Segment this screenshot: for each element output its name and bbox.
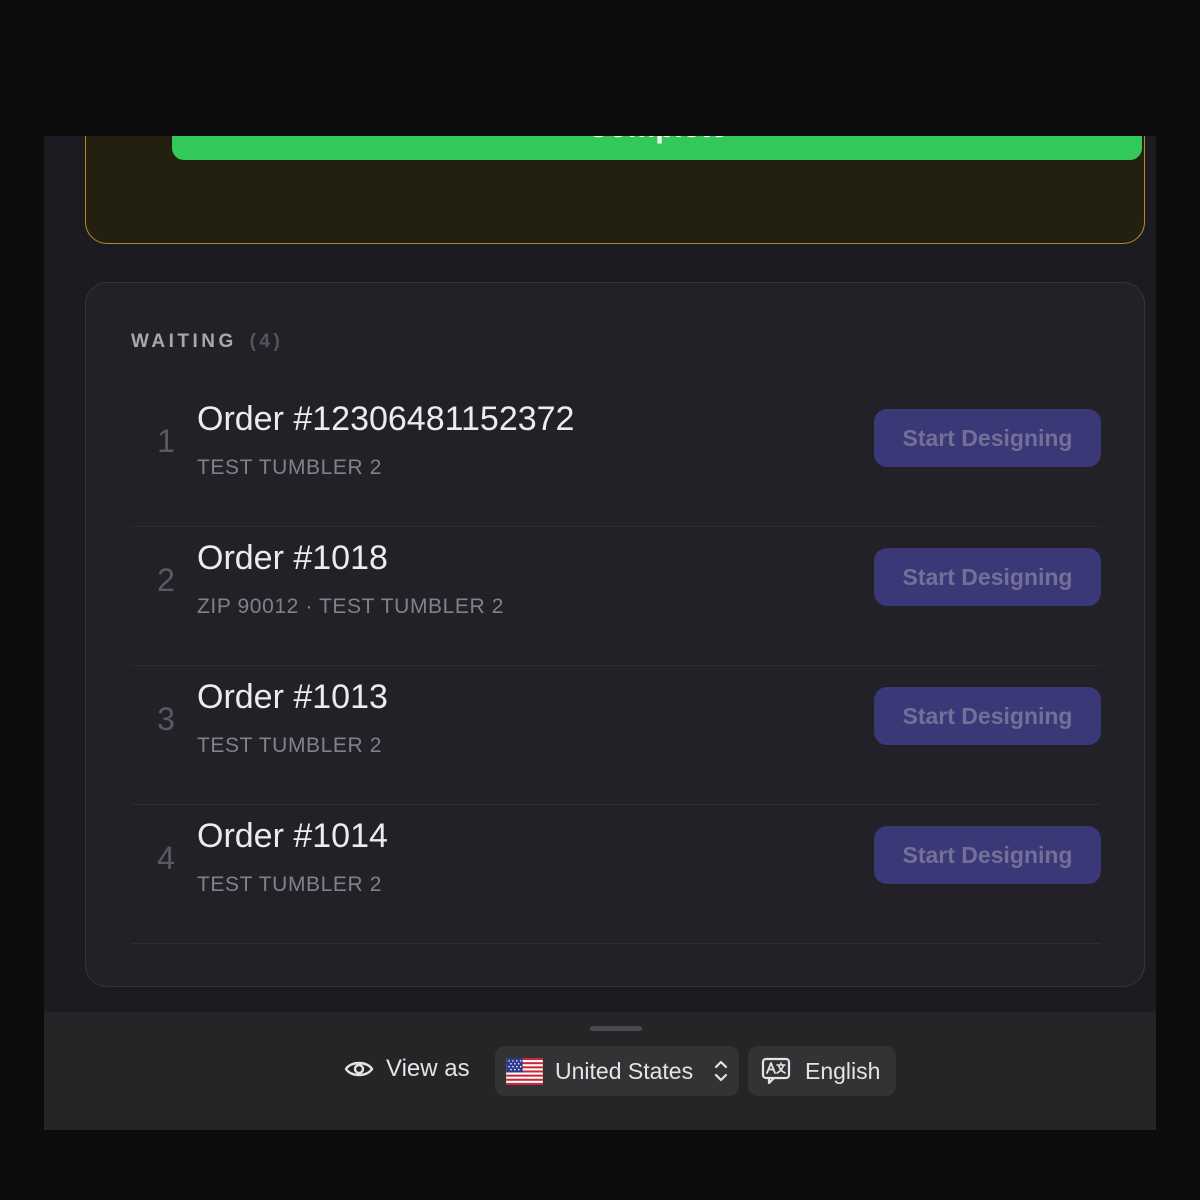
order-subtitle: TEST TUMBLER 2 <box>197 873 383 896</box>
order-position: 1 <box>157 423 175 459</box>
start-designing-button[interactable]: Start Designing <box>874 548 1101 606</box>
start-designing-button[interactable]: Start Designing <box>874 826 1101 884</box>
view-as-text: View as <box>386 1055 470 1082</box>
country-selector[interactable]: United States <box>495 1046 739 1096</box>
start-designing-button[interactable]: Start Designing <box>874 687 1101 745</box>
waiting-queue-card: WAITING (4) 1 Order #12306481152372 TEST… <box>85 282 1145 987</box>
view-as-label: View as <box>344 1055 470 1083</box>
waiting-section-title: WAITING (4) <box>131 331 283 353</box>
language-name: English <box>805 1057 881 1084</box>
waiting-count: (4) <box>249 331 284 352</box>
order-row: 1 Order #12306481152372 TEST TUMBLER 2 S… <box>131 388 1101 527</box>
order-position: 2 <box>157 562 175 598</box>
us-flag-icon <box>506 1057 543 1085</box>
order-position: 4 <box>157 840 175 876</box>
eye-icon <box>344 1061 374 1077</box>
order-title: Order #1014 <box>197 817 388 855</box>
drag-handle[interactable] <box>590 1026 642 1031</box>
order-subtitle: TEST TUMBLER 2 <box>197 734 383 757</box>
order-list: 1 Order #12306481152372 TEST TUMBLER 2 S… <box>131 388 1101 944</box>
order-title: Order #1013 <box>197 678 388 716</box>
order-row: 2 Order #1018 ZIP 90012 · TEST TUMBLER 2… <box>131 527 1101 666</box>
order-subtitle: ZIP 90012 · TEST TUMBLER 2 <box>197 595 505 618</box>
waiting-title: WAITING <box>131 331 237 352</box>
order-position: 3 <box>157 701 175 737</box>
order-title: Order #1018 <box>197 539 388 577</box>
order-row: 3 Order #1013 TEST TUMBLER 2 Start Desig… <box>131 666 1101 805</box>
start-designing-button[interactable]: Start Designing <box>874 409 1101 467</box>
active-order-card: Complete <box>85 136 1145 244</box>
order-row: 4 Order #1014 TEST TUMBLER 2 Start Desig… <box>131 805 1101 944</box>
order-title: Order #12306481152372 <box>197 400 575 438</box>
language-selector[interactable]: English <box>748 1046 896 1096</box>
country-name: United States <box>555 1057 694 1084</box>
bottom-toolbar: View as United States English <box>44 1012 1156 1130</box>
complete-button[interactable]: Complete <box>172 136 1142 160</box>
chevron-up-down-icon <box>714 1060 728 1082</box>
app-screen: Complete WAITING (4) 1 Order #1230648115… <box>44 136 1156 1130</box>
order-subtitle: TEST TUMBLER 2 <box>197 456 383 479</box>
translate-icon <box>761 1057 791 1085</box>
